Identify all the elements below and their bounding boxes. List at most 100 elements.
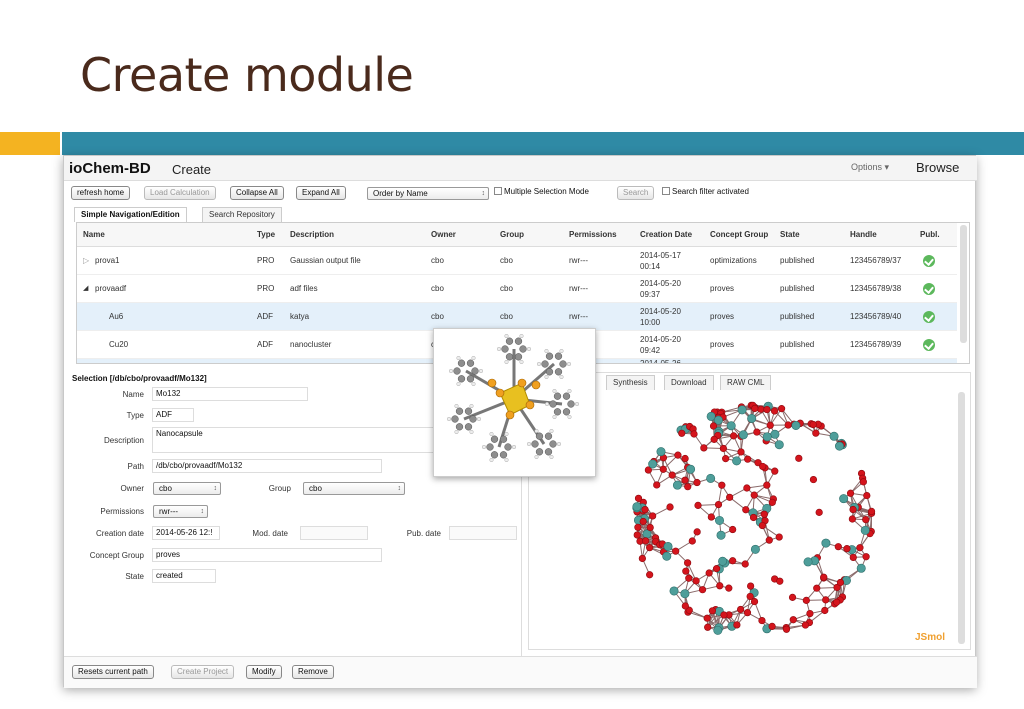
row-state: published xyxy=(780,340,815,349)
published-check-icon xyxy=(923,339,935,351)
row-group: cbo xyxy=(500,256,513,265)
column-header[interactable]: Concept Group xyxy=(710,223,769,247)
row-name: prova1 xyxy=(95,256,120,265)
multiple-selection-label: Multiple Selection Mode xyxy=(504,187,589,196)
description-label: Description xyxy=(103,436,144,445)
load-calculation-button[interactable]: Load Calculation xyxy=(144,186,216,200)
row-date: 2014-05-20 xyxy=(640,279,681,288)
owner-label: Owner xyxy=(120,484,144,493)
type-label: Type xyxy=(126,411,144,420)
accent-tab xyxy=(0,132,60,155)
mod-date-field[interactable] xyxy=(300,526,368,540)
collapse-all-button[interactable]: Collapse All xyxy=(230,186,284,200)
bottom-toolbar: Resets current path Create Project Modif… xyxy=(64,656,977,688)
table-row[interactable]: Au6 ADF katya cbo cbo rwr--- 2014-05-20 1… xyxy=(77,303,957,331)
row-description: katya xyxy=(290,312,310,321)
row-handle: 123456789/39 xyxy=(850,340,902,349)
row-handle: 123456789/37 xyxy=(850,256,902,265)
concept-group-label: Concept Group xyxy=(89,551,144,560)
row-creation-date: 2014-05-20 09:42 xyxy=(640,331,681,359)
multiple-selection-checkbox[interactable]: Multiple Selection Mode xyxy=(494,187,589,196)
column-header[interactable]: Type xyxy=(257,223,276,247)
row-concept-group: optimizations xyxy=(710,256,757,265)
tab-search-repository[interactable]: Search Repository xyxy=(202,207,282,222)
table-scrollbar[interactable] xyxy=(960,225,967,343)
description-field[interactable]: Nanocapsule xyxy=(152,427,442,453)
column-header[interactable]: State xyxy=(780,223,800,247)
row-creation-date: 2014-05-26 xyxy=(640,359,681,364)
pub-date-field[interactable] xyxy=(449,526,517,540)
group-label: Group xyxy=(268,484,291,493)
state-label: State xyxy=(125,572,144,581)
row-type: ADF xyxy=(257,340,273,349)
tab-download[interactable]: Download xyxy=(664,375,714,390)
column-header[interactable]: Creation Date xyxy=(640,223,693,247)
creation-date-label: Creation date xyxy=(95,529,144,538)
table-row[interactable]: ▷ prova1 PRO Gaussian output file cbo cb… xyxy=(77,247,957,275)
slide-title: Create module xyxy=(80,48,414,102)
app-header: ioChem-BD Create Options ▾ Browse xyxy=(64,156,977,181)
row-concept-group: proves xyxy=(710,340,735,349)
column-header[interactable]: Publ. xyxy=(920,223,940,247)
type-field[interactable]: ADF xyxy=(152,408,194,422)
viewer-scrollbar[interactable] xyxy=(958,392,965,644)
tab-simple-navigation[interactable]: Simple Navigation/Edition xyxy=(74,207,187,222)
group-select[interactable]: cbo xyxy=(303,482,405,495)
browse-link[interactable]: Browse xyxy=(916,160,959,175)
search-filter-label: Search filter activated xyxy=(672,187,749,196)
row-owner: cbo xyxy=(431,256,444,265)
published-check-icon xyxy=(923,283,935,295)
path-field[interactable]: /db/cbo/provaadf/Mo132 xyxy=(152,459,382,473)
search-button[interactable]: Search xyxy=(617,186,655,200)
mod-date-label: Mod. date xyxy=(252,529,288,538)
options-menu[interactable]: Options ▾ xyxy=(851,162,889,173)
row-name: Cu20 xyxy=(109,340,129,349)
name-field[interactable]: Mo132 xyxy=(152,387,308,401)
order-by-select[interactable]: Order by Name xyxy=(367,187,489,200)
row-permissions: rwr--- xyxy=(569,284,589,293)
row-name: provaadf xyxy=(95,284,127,293)
create-project-button[interactable]: Create Project xyxy=(171,665,235,679)
remove-button[interactable]: Remove xyxy=(292,665,334,679)
row-state: published xyxy=(780,256,815,265)
tab-raw-cml[interactable]: RAW CML xyxy=(720,375,772,390)
tab-synthesis[interactable]: Synthesis xyxy=(606,375,655,390)
modify-button[interactable]: Modify xyxy=(246,665,282,679)
row-concept-group: proves xyxy=(710,312,735,321)
checkbox-icon xyxy=(662,187,670,195)
column-header[interactable]: Description xyxy=(290,223,335,247)
expand-toggle-icon[interactable]: ▷ xyxy=(83,247,89,275)
column-header[interactable]: Handle xyxy=(850,223,877,247)
path-label: Path xyxy=(127,462,144,471)
column-header[interactable]: Owner xyxy=(431,223,456,247)
permissions-select[interactable]: rwr--- xyxy=(153,505,208,518)
brand-logo: ioChem-BD xyxy=(69,160,151,177)
published-check-icon xyxy=(923,311,935,323)
owner-select[interactable]: cbo xyxy=(153,482,221,495)
row-permissions: rwr--- xyxy=(569,256,589,265)
row-creation-date: 2014-05-17 00:14 xyxy=(640,247,681,275)
molecule-thumbnail-image xyxy=(446,334,579,462)
published-check-icon xyxy=(923,255,935,267)
row-owner: cbo xyxy=(431,284,444,293)
creation-date-field[interactable]: 2014-05-26 12:! xyxy=(152,526,220,540)
expand-all-button[interactable]: Expand All xyxy=(296,186,346,200)
row-date: 2014-05-20 xyxy=(640,335,681,344)
row-name: Au6 xyxy=(109,312,124,321)
refresh-home-button[interactable]: refresh home xyxy=(71,186,131,200)
concept-group-field[interactable]: proves xyxy=(152,548,382,562)
collapse-toggle-icon[interactable]: ◢ xyxy=(83,275,88,303)
column-header[interactable]: Permissions xyxy=(569,223,617,247)
permissions-label: Permissions xyxy=(100,507,144,516)
selection-title: Selection [/db/cbo/provaadf/Mo132] xyxy=(72,374,207,383)
row-state: published xyxy=(780,312,815,321)
row-creation-date: 2014-05-20 10:00 xyxy=(640,303,681,331)
nav-create-link[interactable]: Create xyxy=(172,162,211,177)
search-filter-checkbox[interactable]: Search filter activated xyxy=(662,187,749,196)
column-header[interactable]: Name xyxy=(83,223,105,247)
reset-path-button[interactable]: Resets current path xyxy=(72,665,154,679)
column-header[interactable]: Group xyxy=(500,223,524,247)
table-row[interactable]: ◢ provaadf PRO adf files cbo cbo rwr--- … xyxy=(77,275,957,303)
checkbox-icon xyxy=(494,187,502,195)
state-field[interactable]: created xyxy=(152,569,216,583)
